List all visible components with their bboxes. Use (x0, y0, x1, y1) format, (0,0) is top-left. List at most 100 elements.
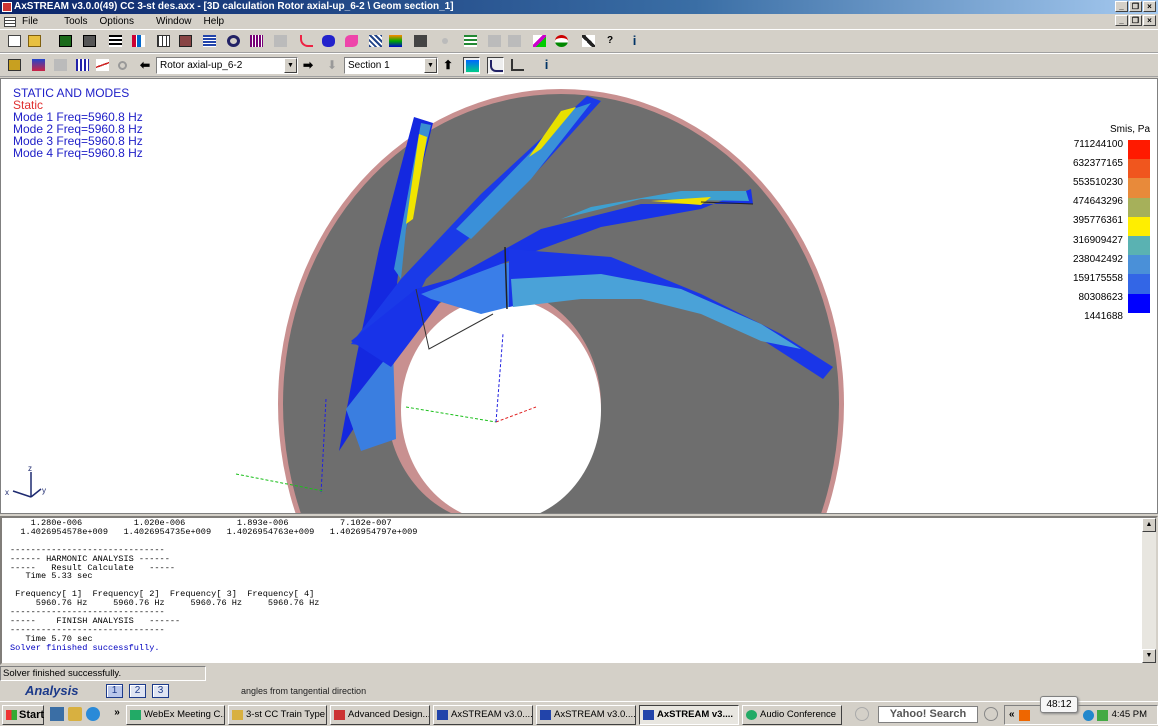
help-cursor-icon[interactable]: ? (605, 33, 622, 50)
flow-icon[interactable] (320, 33, 337, 50)
section-dropdown-icon[interactable]: ▼ (424, 58, 437, 73)
angle-hint: angles from tangential direction (241, 686, 367, 696)
ring-icon[interactable] (225, 33, 242, 50)
disabled-dot-icon[interactable] (437, 33, 454, 50)
close-button[interactable]: × (1143, 1, 1156, 12)
info-icon[interactable]: i (626, 33, 643, 50)
stress-color-scale (1128, 140, 1150, 313)
status-bar: Solver finished successfully. (0, 666, 206, 681)
list-icon[interactable] (107, 33, 124, 50)
quicklaunch-chevron-icon[interactable]: » (110, 707, 124, 721)
disabled-sort-icon[interactable] (52, 57, 69, 74)
menu-window[interactable]: Window (156, 16, 192, 27)
lines-icon[interactable] (367, 33, 384, 50)
curve-icon[interactable] (298, 33, 315, 50)
grid-chart-icon[interactable] (155, 33, 172, 50)
task-axstream-2[interactable]: AxSTREAM v3.0.... (536, 705, 636, 725)
contour-icon[interactable] (387, 33, 404, 50)
task-webex[interactable]: WebEx Meeting C... (126, 705, 225, 725)
columns-icon[interactable] (248, 33, 265, 50)
page-3-button[interactable]: 3 (152, 684, 169, 698)
console-scrollbar[interactable]: ▲ ▼ (1142, 518, 1156, 663)
solver-console[interactable]: 1.280e-006 1.020e-006 1.893e-006 7.102e-… (0, 516, 1158, 665)
explorer-icon[interactable] (68, 707, 82, 721)
restore-button[interactable]: ❐ (1129, 1, 1142, 12)
scale-cell-9 (1128, 293, 1150, 313)
bar-chart-icon[interactable] (130, 33, 147, 50)
show-desktop-icon[interactable] (50, 707, 64, 721)
mdi-close-button[interactable]: × (1143, 15, 1156, 26)
open-folder-icon[interactable] (26, 33, 43, 50)
mdi-restore-button[interactable]: ❐ (1129, 15, 1142, 26)
new-file-icon[interactable] (6, 33, 23, 50)
tray-expand-icon[interactable]: « (1009, 709, 1015, 720)
wrench-icon[interactable] (580, 33, 597, 50)
console-line: 1.4026954578e+009 1.4026954735e+009 1.40… (10, 526, 418, 537)
contour-view-toggle-icon[interactable] (463, 57, 480, 74)
scroll-up-icon[interactable]: ▲ (1142, 518, 1156, 532)
document-menu-icon[interactable] (4, 16, 16, 27)
axes-dropdown-icon[interactable] (509, 57, 526, 74)
wave-icon[interactable] (553, 33, 570, 50)
task-label: AxSTREAM v3.0.... (451, 709, 533, 720)
print-icon[interactable] (81, 33, 98, 50)
taskbar-clock: 4:45 PM (1111, 709, 1147, 720)
task-advanced-design[interactable]: Advanced Design... (330, 705, 430, 725)
circle-disabled-icon[interactable] (114, 57, 131, 74)
down-arrow-disabled-icon[interactable]: ⬇ (325, 57, 342, 74)
grid-select-icon[interactable] (74, 57, 91, 74)
open-model-icon[interactable] (6, 57, 23, 74)
blade-pink-icon[interactable] (343, 33, 360, 50)
task-audio-conference[interactable]: Audio Conference (742, 705, 842, 725)
menu-file[interactable]: File (22, 16, 38, 27)
yahoo-search-box[interactable]: Yahoo! Search (878, 706, 978, 723)
strike-table-icon[interactable] (94, 57, 111, 74)
legend-value-10: 1441688 (1084, 311, 1123, 322)
section-select[interactable]: Section 1 ▼ (344, 57, 438, 74)
navigation-toolbar: ⬅ Rotor axial-up_6-2 ▼ ➡ ⬇ Section 1 ▼ ⬆… (0, 53, 1158, 77)
app-icon (2, 2, 12, 12)
paste-disabled-icon[interactable] (506, 33, 523, 50)
start-button[interactable]: Start (2, 705, 44, 725)
previous-arrow-icon[interactable]: ⬅ (138, 57, 155, 74)
rotor-dropdown-icon[interactable]: ▼ (284, 58, 297, 73)
save-icon[interactable] (57, 33, 74, 50)
browser-icon[interactable] (86, 707, 100, 721)
minimize-button[interactable]: _ (1115, 1, 1128, 12)
task-axstream-1[interactable]: AxSTREAM v3.0.... (433, 705, 533, 725)
next-arrow-icon[interactable]: ➡ (301, 57, 318, 74)
menu-bar: File Tools Options Window Help _ ❐ × (0, 14, 1158, 29)
analysis-bar: Analysis 1 2 3 angles from tangential di… (0, 682, 1158, 700)
main-toolbar: ? i (0, 29, 1158, 53)
search-go-icon[interactable] (984, 707, 998, 721)
tray-network-icon[interactable] (1083, 710, 1094, 721)
scale-cell-4 (1128, 197, 1150, 217)
disabled-tool-icon[interactable] (272, 33, 289, 50)
sort-down-icon[interactable] (30, 57, 47, 74)
3d-viewport[interactable]: STATIC AND MODES Static Mode 1 Freq=5960… (0, 78, 1158, 514)
mesh-icon[interactable] (177, 33, 194, 50)
menu-tools[interactable]: Tools (64, 16, 87, 27)
info-small-icon[interactable]: i (538, 57, 555, 74)
legend-title: Smis, Pa (1110, 124, 1151, 135)
tray-volume-icon[interactable] (1097, 710, 1108, 721)
task-train-type[interactable]: 3-st CC Train Type (228, 705, 327, 725)
blade-view-toggle-icon[interactable] (487, 57, 504, 74)
page-2-button[interactable]: 2 (129, 684, 146, 698)
mdi-minimize-button[interactable]: _ (1115, 15, 1128, 26)
tray-app-icon[interactable] (1019, 710, 1030, 721)
title-bar: AxSTREAM v3.0.0(49) CC 3-st des.axx - [3… (0, 0, 1158, 14)
menu-help[interactable]: Help (204, 16, 225, 27)
triangle-chart-icon[interactable] (531, 33, 548, 50)
menu-options[interactable]: Options (99, 16, 133, 27)
windows-flag-icon (6, 710, 17, 720)
task-axstream-active[interactable]: AxSTREAM v3.... (639, 705, 739, 725)
rotor-select[interactable]: Rotor axial-up_6-2 ▼ (156, 57, 298, 74)
table-icon[interactable] (462, 33, 479, 50)
stack-icon[interactable] (201, 33, 218, 50)
scroll-down-icon[interactable]: ▼ (1142, 649, 1156, 663)
export-icon[interactable] (412, 33, 429, 50)
page-1-button[interactable]: 1 (106, 684, 123, 698)
copy-disabled-icon[interactable] (486, 33, 503, 50)
up-arrow-icon[interactable]: ⬆ (441, 57, 458, 74)
